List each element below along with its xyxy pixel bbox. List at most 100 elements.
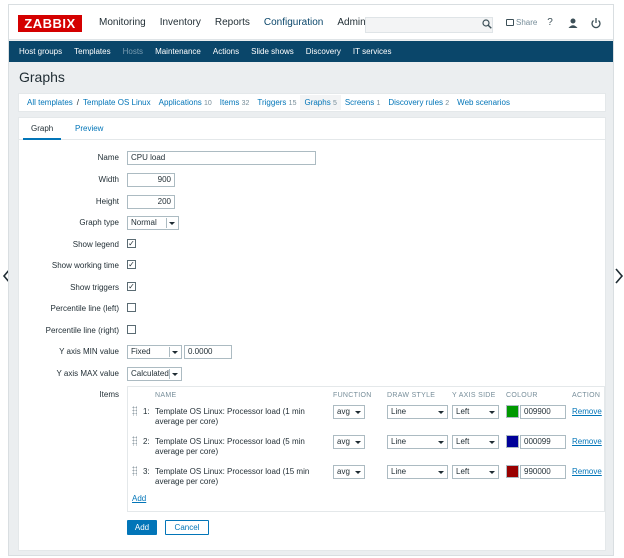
y-axis-side-select[interactable]: Left bbox=[452, 435, 499, 449]
next-arrow-icon[interactable] bbox=[614, 268, 624, 284]
zabbix-logo[interactable]: ZABBIX bbox=[18, 15, 82, 32]
tab-preview[interactable]: Preview bbox=[67, 118, 111, 140]
search-icon[interactable] bbox=[482, 19, 492, 29]
submenu-maintenance[interactable]: Maintenance bbox=[149, 41, 207, 62]
name-field[interactable]: CPU load bbox=[127, 151, 316, 165]
draw-style-select[interactable]: Line bbox=[387, 405, 448, 419]
y-axis-side-value: Left bbox=[456, 437, 470, 446]
table-row: 3: Template OS Linux: Processor load (15… bbox=[128, 464, 604, 494]
colour-swatch[interactable] bbox=[506, 435, 519, 448]
function-select[interactable]: avg bbox=[333, 465, 365, 479]
remove-link[interactable]: Remove bbox=[572, 407, 602, 416]
page-title: Graphs bbox=[19, 69, 65, 85]
select-divider bbox=[169, 347, 170, 357]
colour-swatch[interactable] bbox=[506, 405, 519, 418]
tab-graph[interactable]: Graph bbox=[23, 118, 62, 140]
items-label: Items bbox=[99, 390, 119, 399]
drag-handle-icon[interactable] bbox=[132, 466, 137, 476]
drag-handle-icon[interactable] bbox=[132, 406, 137, 416]
colour-field[interactable]: 000099 bbox=[520, 435, 566, 449]
menu-configuration[interactable]: Configuration bbox=[257, 5, 330, 40]
crumb-discovery-rules[interactable]: Discovery rules 2 bbox=[384, 98, 453, 107]
show-working-time-checkbox[interactable]: ✓ bbox=[127, 260, 136, 269]
y-axis-side-select[interactable]: Left bbox=[452, 405, 499, 419]
crumb-template[interactable]: Template OS Linux bbox=[79, 98, 155, 107]
form-tabs: Graph Preview bbox=[19, 118, 605, 140]
main-menu: Monitoring Inventory Reports Configurati… bbox=[92, 5, 394, 40]
help-icon[interactable]: ? bbox=[544, 17, 556, 29]
colour-swatch[interactable] bbox=[506, 465, 519, 478]
menu-reports[interactable]: Reports bbox=[208, 5, 257, 40]
submenu-slide-shows[interactable]: Slide shows bbox=[245, 41, 300, 62]
colour-field[interactable]: 009900 bbox=[520, 405, 566, 419]
page-frame: ZABBIX Monitoring Inventory Reports Conf… bbox=[0, 0, 624, 558]
graph-type-value: Normal bbox=[131, 218, 157, 227]
colour-field[interactable]: 990000 bbox=[520, 465, 566, 479]
ymax-type-select[interactable]: Calculated bbox=[127, 367, 182, 381]
item-index: 3: bbox=[143, 467, 150, 476]
height-field[interactable]: 200 bbox=[127, 195, 175, 209]
sign-out-icon[interactable] bbox=[590, 17, 602, 29]
width-field[interactable]: 900 bbox=[127, 173, 175, 187]
menu-monitoring[interactable]: Monitoring bbox=[92, 5, 153, 40]
crumb-graphs[interactable]: Graphs 5 bbox=[300, 95, 341, 110]
function-select[interactable]: avg bbox=[333, 435, 365, 449]
share-button[interactable]: Share bbox=[506, 18, 537, 27]
item-name: Template OS Linux: Processor load (5 min… bbox=[155, 437, 305, 456]
graph-type-select[interactable]: Normal bbox=[127, 216, 179, 230]
y-axis-side-select[interactable]: Left bbox=[452, 465, 499, 479]
submenu-templates[interactable]: Templates bbox=[68, 41, 116, 62]
function-select[interactable]: avg bbox=[333, 405, 365, 419]
crumb-all-templates[interactable]: All templates bbox=[23, 98, 77, 107]
crumb-screens[interactable]: Screens 1 bbox=[341, 98, 385, 107]
function-value: avg bbox=[337, 467, 350, 476]
user-profile-icon[interactable] bbox=[567, 17, 579, 29]
crumb-items[interactable]: Items 32 bbox=[216, 98, 254, 107]
share-label: Share bbox=[516, 18, 538, 27]
crumb-discovery-label: Discovery rules bbox=[388, 98, 444, 107]
submenu-host-groups[interactable]: Host groups bbox=[13, 41, 68, 62]
submenu-it-services[interactable]: IT services bbox=[347, 41, 398, 62]
column-name: NAME bbox=[155, 392, 177, 399]
width-label: Width bbox=[98, 175, 119, 184]
percentile-left-checkbox[interactable] bbox=[127, 303, 136, 312]
submenu-discovery[interactable]: Discovery bbox=[300, 41, 347, 62]
ymin-value-field[interactable]: 0.0000 bbox=[184, 345, 232, 359]
draw-style-value: Line bbox=[391, 437, 407, 446]
show-triggers-checkbox[interactable]: ✓ bbox=[127, 282, 136, 291]
draw-style-select[interactable]: Line bbox=[387, 435, 448, 449]
graph-form-panel: Graph Preview Name CPU load Width 900 He… bbox=[18, 117, 606, 551]
add-button[interactable]: Add bbox=[127, 520, 157, 535]
chevron-down-icon bbox=[355, 441, 361, 444]
crumb-triggers-label: Triggers bbox=[257, 98, 287, 107]
menu-inventory[interactable]: Inventory bbox=[153, 5, 208, 40]
item-index: 2: bbox=[143, 437, 150, 446]
ymax-type-value: Calculated bbox=[131, 369, 169, 378]
crumb-triggers[interactable]: Triggers 15 bbox=[253, 98, 300, 107]
crumb-web-scenarios[interactable]: Web scenarios bbox=[453, 98, 514, 107]
search-input[interactable] bbox=[365, 17, 493, 33]
add-item-link[interactable]: Add bbox=[132, 494, 146, 503]
submenu-hosts[interactable]: Hosts bbox=[117, 41, 149, 62]
show-legend-checkbox[interactable]: ✓ bbox=[127, 239, 136, 248]
name-label: Name bbox=[97, 153, 119, 162]
app-window: ZABBIX Monitoring Inventory Reports Conf… bbox=[8, 4, 614, 556]
percentile-right-checkbox[interactable] bbox=[127, 325, 136, 334]
show-legend-label: Show legend bbox=[72, 240, 119, 249]
draw-style-select[interactable]: Line bbox=[387, 465, 448, 479]
item-name: Template OS Linux: Processor load (15 mi… bbox=[155, 467, 310, 486]
remove-link[interactable]: Remove bbox=[572, 467, 602, 476]
crumb-triggers-count: 15 bbox=[288, 100, 297, 107]
ymin-type-value: Fixed bbox=[131, 347, 151, 356]
ymin-type-select[interactable]: Fixed bbox=[127, 345, 182, 359]
remove-link[interactable]: Remove bbox=[572, 437, 602, 446]
column-y-axis-side: Y AXIS SIDE bbox=[452, 392, 496, 399]
crumb-applications[interactable]: Applications 10 bbox=[155, 98, 216, 107]
crumb-applications-label: Applications bbox=[158, 98, 202, 107]
chevron-down-icon bbox=[172, 373, 178, 376]
submenu-actions[interactable]: Actions bbox=[207, 41, 245, 62]
cancel-button[interactable]: Cancel bbox=[165, 520, 209, 535]
percentile-left-label: Percentile line (left) bbox=[50, 304, 119, 313]
crumb-graphs-label: Graphs bbox=[304, 98, 331, 107]
drag-handle-icon[interactable] bbox=[132, 436, 137, 446]
